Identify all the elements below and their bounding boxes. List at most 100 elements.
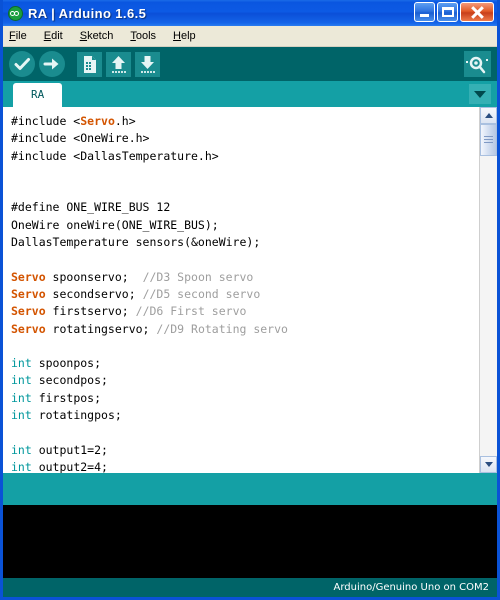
maximize-button[interactable] xyxy=(437,2,458,22)
code-token: #include <DallasTemperature.h> xyxy=(11,148,219,163)
code-token: int xyxy=(11,408,32,423)
window-title: RA | Arduino 1.6.5 xyxy=(28,5,147,21)
arduino-ide-window: RA | Arduino 1.6.5 File Edit Sketch Tool… xyxy=(0,0,500,600)
code-line: int output2=4; xyxy=(11,459,479,473)
scroll-up-button[interactable] xyxy=(480,107,497,124)
tab-dropdown-button[interactable] xyxy=(469,84,491,104)
toolbar xyxy=(3,47,497,81)
code-token: output2=4; xyxy=(31,459,108,473)
status-bar: Arduino/Genuino Uno on COM2 xyxy=(3,578,497,597)
code-line: int firstpos; xyxy=(11,390,479,407)
code-editor[interactable]: #include <Servo.h> #include <OneWire.h> #i… xyxy=(3,107,479,473)
code-token: int xyxy=(11,459,32,473)
code-token: int xyxy=(11,390,32,405)
code-token: spoonservo; xyxy=(45,269,143,284)
editor-area: #include <Servo.h> #include <OneWire.h> #i… xyxy=(3,107,497,473)
maximize-icon xyxy=(442,7,454,17)
code-token: //D6 First servo xyxy=(135,304,247,319)
code-token: Servo xyxy=(11,269,46,284)
console-output[interactable] xyxy=(3,505,497,578)
code-token: Servo xyxy=(11,304,46,319)
code-token: Servo xyxy=(11,286,46,301)
code-token: #include <OneWire.h> xyxy=(11,131,150,146)
code-token: Servo xyxy=(11,321,46,336)
menu-bar: File Edit Sketch Tools Help xyxy=(3,26,497,47)
new-sketch-button[interactable] xyxy=(77,51,102,77)
code-token: Servo xyxy=(80,114,115,128)
menu-item-tools[interactable]: Tools xyxy=(130,28,165,44)
code-line: int secondpos; xyxy=(11,372,479,389)
minimize-button[interactable] xyxy=(414,2,435,22)
code-line: int rotatingpos; xyxy=(11,407,479,424)
upload-button[interactable] xyxy=(39,51,65,77)
code-token: rotatingservo; xyxy=(45,321,157,336)
code-token: //D5 second servo xyxy=(142,286,261,301)
new-file-icon xyxy=(84,55,96,73)
code-token: secondpos; xyxy=(31,373,108,388)
code-line: Servo secondservo; //D5 second servo xyxy=(11,286,479,303)
code-token: #define ONE_WIRE_BUS 12 xyxy=(11,200,171,215)
chevron-down-icon xyxy=(474,90,486,98)
open-sketch-button[interactable] xyxy=(106,51,131,77)
tab-ra[interactable]: RA xyxy=(13,83,63,107)
close-button[interactable] xyxy=(460,2,494,22)
magnifier-icon xyxy=(466,56,488,74)
code-token: secondservo; xyxy=(45,286,143,301)
code-line: Servo spoonservo; //D3 Spoon servo xyxy=(11,269,479,286)
grip-icon xyxy=(484,135,493,145)
code-token: spoonpos; xyxy=(31,356,102,371)
code-token: DallasTemperature sensors(&oneWire); xyxy=(11,235,261,250)
arrow-down-icon xyxy=(141,55,155,73)
code-token: #include < xyxy=(11,114,81,128)
scroll-thumb[interactable] xyxy=(480,124,497,156)
code-line: Servo rotatingservo; //D9 Rotating servo xyxy=(11,321,479,338)
arrow-right-icon xyxy=(43,58,59,70)
window-caption-buttons xyxy=(414,2,494,22)
checkmark-icon xyxy=(14,58,30,70)
code-line: #include <DallasTemperature.h> xyxy=(11,148,479,165)
code-line: int spoonpos; xyxy=(11,355,479,372)
arrow-up-icon xyxy=(112,55,126,73)
minimize-icon xyxy=(420,14,429,17)
code-line: #include <Servo.h> xyxy=(11,113,479,130)
code-line: DallasTemperature sensors(&oneWire); xyxy=(11,234,479,251)
code-token: .h> xyxy=(114,114,136,128)
code-token: output1=2; xyxy=(31,442,108,457)
tab-strip: RA xyxy=(3,81,497,107)
compile-status-strip xyxy=(3,473,497,505)
scroll-down-button[interactable] xyxy=(480,456,497,473)
arduino-logo-icon xyxy=(8,5,23,21)
code-token: int xyxy=(11,373,32,388)
code-token: OneWire oneWire(ONE_WIRE_BUS); xyxy=(11,217,219,232)
code-token: int xyxy=(11,356,32,371)
code-token: firstpos; xyxy=(31,390,102,405)
code-token: //D9 Rotating servo xyxy=(156,321,288,336)
chevron-up-icon xyxy=(484,113,493,118)
title-bar: RA | Arduino 1.6.5 xyxy=(3,0,497,26)
save-sketch-button[interactable] xyxy=(135,51,160,77)
menu-item-edit[interactable]: Edit xyxy=(44,28,72,44)
menu-item-file[interactable]: File xyxy=(9,28,36,44)
serial-monitor-button[interactable] xyxy=(464,51,491,77)
code-line: OneWire oneWire(ONE_WIRE_BUS); xyxy=(11,217,479,234)
editor-vertical-scrollbar[interactable] xyxy=(479,107,497,473)
chevron-down-icon xyxy=(484,462,493,467)
scroll-track[interactable] xyxy=(480,156,497,456)
code-line: Servo firstservo; //D6 First servo xyxy=(11,303,479,320)
board-port-label: Arduino/Genuino Uno on COM2 xyxy=(333,582,490,593)
code-line: #include <OneWire.h> xyxy=(11,130,479,147)
code-token: firstservo; xyxy=(45,304,136,319)
verify-button[interactable] xyxy=(9,51,35,77)
menu-item-help[interactable]: Help xyxy=(173,28,205,44)
code-token: rotatingpos; xyxy=(31,408,122,423)
code-token: int xyxy=(11,442,32,457)
code-line: int output1=2; xyxy=(11,442,479,459)
menu-item-sketch[interactable]: Sketch xyxy=(80,28,123,44)
code-token: //D3 Spoon servo xyxy=(142,269,254,284)
code-line: #define ONE_WIRE_BUS 12 xyxy=(11,199,479,216)
